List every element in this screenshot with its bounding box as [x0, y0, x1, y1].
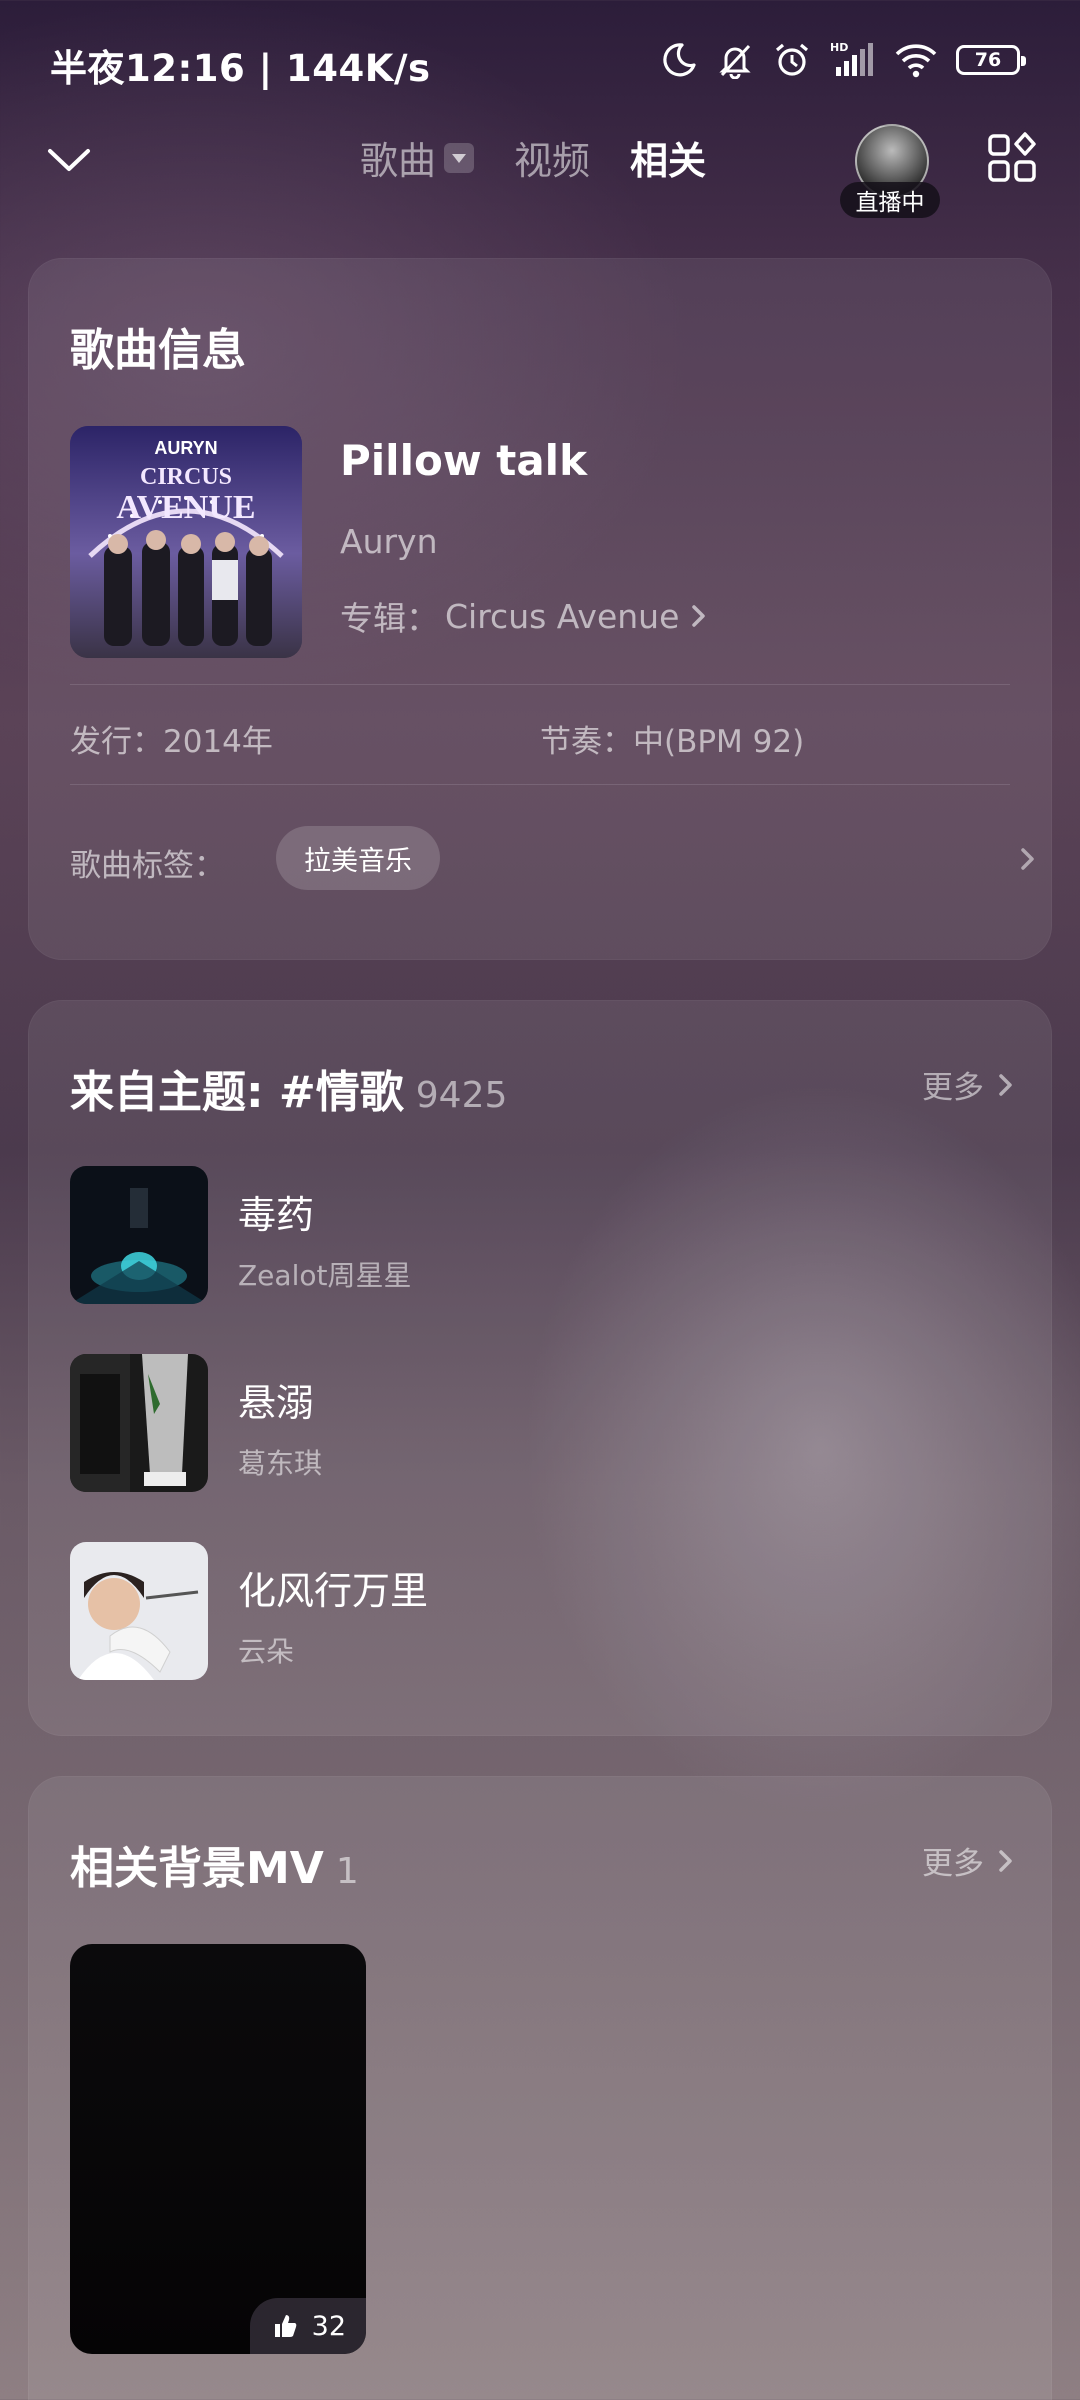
chevron-right-icon [692, 605, 706, 627]
more-label: 更多 [922, 1846, 984, 1882]
tab-song[interactable]: 歌曲 [360, 130, 475, 185]
album-link[interactable]: 专辑： Circus Avenue [340, 592, 711, 640]
song-artist[interactable]: Auryn [340, 522, 438, 561]
tag-pill[interactable]: 拉美音乐 [276, 826, 440, 890]
battery-level: 76 [974, 49, 1002, 71]
list-item[interactable]: 化风行万里 云朵 [70, 1542, 1010, 1682]
release-year: 发行：2014年 [70, 724, 273, 760]
tab-related[interactable]: 相关 [630, 130, 706, 185]
mv-title: 相关背景MV 1 [70, 1832, 359, 1896]
svg-text:HD: HD [830, 41, 848, 54]
cover-brand: AURYN [154, 438, 217, 458]
tab-video[interactable]: 视频 [514, 130, 590, 185]
status-icons: HD 76 [660, 40, 1026, 80]
topic-count: 9425 [415, 1075, 508, 1116]
top-nav: 歌曲 视频 相关 直播中 [0, 120, 1080, 218]
list-item[interactable]: 毒药 Zealot周星星 [70, 1166, 1010, 1306]
tempo-info: 节奏：中(BPM 92) [540, 724, 805, 760]
tab-song-label: 歌曲 [360, 139, 437, 183]
song-info-title: 歌曲信息 [70, 325, 246, 376]
song-artist: 葛东琪 [238, 1447, 323, 1480]
like-count-badge: 32 [249, 2298, 366, 2354]
topic-title: 来自主题: #情歌 9425 [70, 1056, 507, 1120]
song-thumbnail [70, 1354, 208, 1492]
song-title: Pillow talk [340, 436, 587, 485]
song-thumbnail [70, 1166, 208, 1304]
cover-title-1: CIRCUS [140, 464, 232, 490]
topic-card: 来自主题: #情歌 9425 更多 毒药 Zealot周星星 悬溺 葛东琪 化风… [28, 1000, 1052, 1736]
album-cover[interactable]: AURYN CIRCUS AVENUE [70, 426, 302, 658]
song-artist: 云朵 [238, 1635, 295, 1668]
live-avatar-button[interactable]: 直播中 [840, 120, 940, 220]
album-name: Circus Avenue [445, 596, 680, 636]
song-artist: Zealot周星星 [238, 1259, 412, 1292]
topic-more-button[interactable]: 更多 [922, 1062, 1016, 1107]
status-time: 半夜12:16 | 144K/s [50, 47, 431, 90]
song-thumbnail [70, 1542, 208, 1680]
grid-menu-icon[interactable] [986, 132, 1038, 184]
song-title: 毒药 [238, 1193, 315, 1237]
chevron-right-icon [999, 1849, 1012, 1872]
bell-muted-icon [719, 44, 751, 79]
list-item[interactable]: 悬溺 葛东琪 [70, 1354, 1010, 1494]
topic-title-text: 来自主题: #情歌 [70, 1067, 404, 1118]
battery-icon: 76 [956, 45, 1026, 75]
dropdown-caret-icon[interactable] [444, 142, 475, 173]
moon-icon [663, 43, 696, 77]
song-tags-row[interactable]: 歌曲标签： 拉美音乐 [70, 826, 1040, 892]
mv-count: 1 [335, 1851, 359, 1892]
mv-title-text: 相关背景MV [70, 1843, 324, 1894]
song-title: 化风行万里 [238, 1569, 429, 1613]
more-label: 更多 [922, 1070, 984, 1106]
thumbs-up-icon [274, 2315, 296, 2337]
signal-icon: HD [830, 41, 873, 76]
live-badge: 直播中 [840, 182, 940, 218]
song-title: 悬溺 [238, 1381, 315, 1425]
mv-thumbnail[interactable]: 32 [70, 1944, 366, 2354]
album-prefix: 专辑： [340, 599, 439, 638]
mv-more-button[interactable]: 更多 [922, 1838, 1016, 1883]
chevron-right-icon [1021, 848, 1034, 870]
divider [70, 684, 1010, 685]
divider [70, 784, 1010, 785]
tags-label: 歌曲标签： [70, 848, 225, 884]
wifi-icon [895, 44, 937, 78]
alarm-icon [775, 43, 809, 76]
song-info-card: 歌曲信息 AURYN CIRCUS AVENUE Pillow talk Aur… [28, 258, 1052, 960]
status-bar: 半夜12:16 | 144K/s HD 76 [0, 0, 1080, 120]
chevron-right-icon [999, 1073, 1012, 1096]
cover-title-2: AVENUE [116, 489, 255, 526]
nav-tabs: 歌曲 视频 相关 [360, 130, 706, 185]
mv-card: 相关背景MV 1 更多 32 [28, 1776, 1052, 2400]
like-count: 32 [311, 2310, 346, 2342]
chevron-down-icon[interactable] [44, 135, 94, 185]
